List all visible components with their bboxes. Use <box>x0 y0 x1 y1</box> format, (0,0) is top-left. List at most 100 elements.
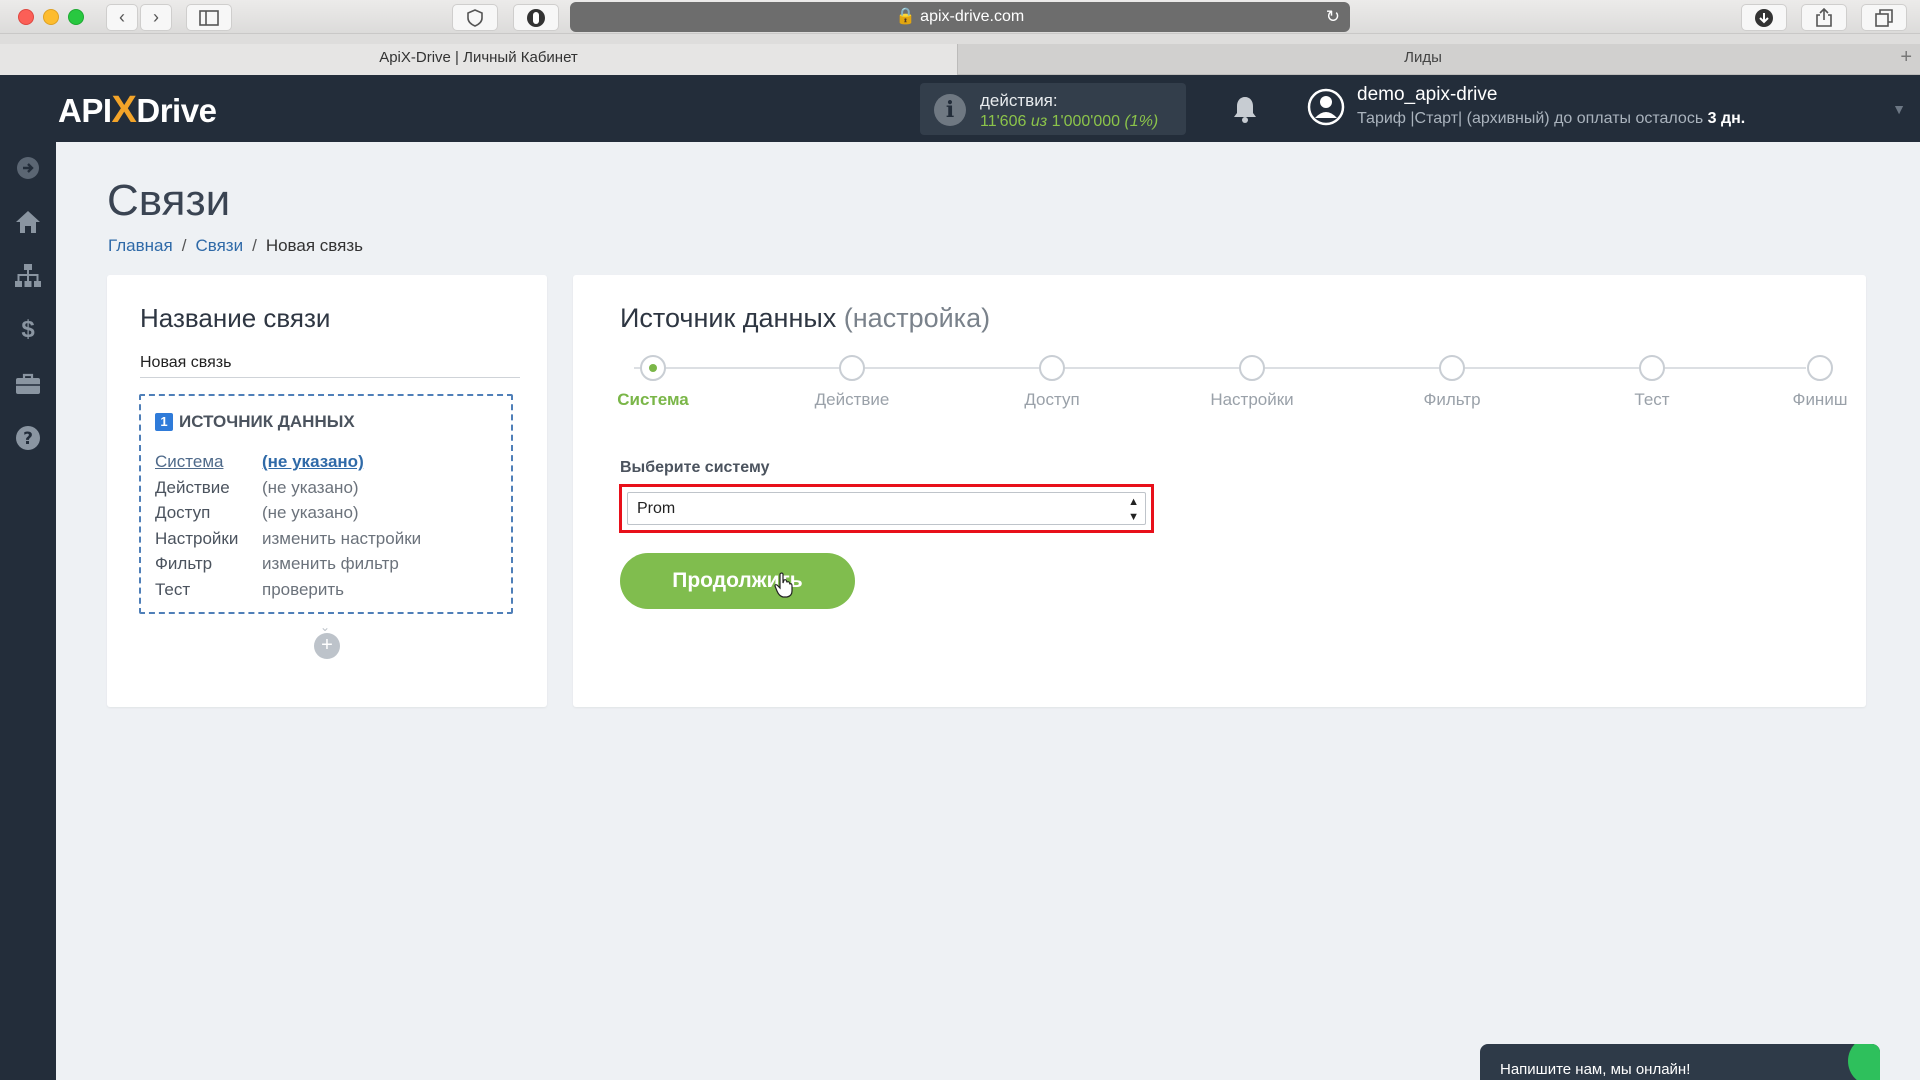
forward-button[interactable]: › <box>140 4 172 31</box>
data-source-settings-title: Источник данных (настройка) <box>620 303 990 334</box>
sign-in-icon[interactable] <box>14 154 42 182</box>
connection-name-input[interactable] <box>140 349 520 378</box>
step-dot <box>839 355 865 381</box>
continue-button[interactable]: Продолжить <box>620 553 855 609</box>
plan-info: Тариф |Старт| (архивный) до оплаты остал… <box>1357 110 1745 128</box>
logo-drive: Drive <box>136 92 217 129</box>
row-value: изменить настройки <box>262 528 422 548</box>
new-tab-icon[interactable]: + <box>1900 44 1912 71</box>
system-select-highlight: Prom ▲ ▼ <box>619 484 1154 533</box>
help-icon[interactable]: ? <box>14 424 42 452</box>
back-button[interactable]: ‹ <box>106 4 138 31</box>
step-label: Настройки <box>1210 390 1294 409</box>
app-header: APIXDrive i действия: 11'606 из 1'000'00… <box>0 75 1920 142</box>
maximize-window-button[interactable] <box>68 9 84 25</box>
step-filter[interactable]: Фильтр <box>1372 355 1532 410</box>
row-key: Действие <box>155 477 230 497</box>
downloads-button[interactable] <box>1741 4 1787 31</box>
logo-api: API <box>58 92 112 129</box>
select-arrows-icon: ▲ ▼ <box>1128 496 1139 523</box>
step-label: Фильтр <box>1423 390 1481 409</box>
step-dot <box>1239 355 1265 381</box>
step-settings[interactable]: Настройки <box>1172 355 1332 410</box>
username[interactable]: demo_apix-drive <box>1357 84 1497 106</box>
chevron-right-icon: › <box>153 7 159 27</box>
breadcrumb-home[interactable]: Главная <box>108 236 173 255</box>
row-key: Фильтр <box>155 554 213 573</box>
briefcase-icon[interactable] <box>14 370 42 398</box>
privacy-shield-button[interactable] <box>452 4 498 31</box>
step-action[interactable]: Действие <box>772 355 932 410</box>
data-source-summary: 1 ИСТОЧНИК ДАННЫХ Система (не указано) Дей… <box>139 394 513 614</box>
breadcrumb: Главная / Связи / Новая связь <box>108 236 363 256</box>
row-key: Доступ <box>155 503 211 522</box>
tabs-icon <box>1875 9 1893 27</box>
progress-stepper: Система Действие Доступ Настройки Фильтр… <box>617 355 1847 425</box>
reload-icon[interactable]: ↻ <box>1326 2 1340 32</box>
data-source-settings-card: Источник данных (настройка) Система Дейс… <box>573 275 1866 707</box>
actions-count: 11'606 из 1'000'000 (1%) <box>980 113 1158 131</box>
dollar-icon[interactable]: $ <box>14 316 42 344</box>
download-icon <box>1755 9 1773 27</box>
hand-cursor-icon <box>774 572 793 598</box>
user-avatar-icon[interactable] <box>1307 88 1345 126</box>
home-icon[interactable] <box>14 208 42 236</box>
page-title: Связи <box>107 176 231 225</box>
tab-leads[interactable]: Лиды <box>958 44 1888 75</box>
step-system[interactable]: Система <box>573 355 733 410</box>
row-value: проверить <box>262 579 345 599</box>
step-dot <box>1439 355 1465 381</box>
lock-icon: 🔒 <box>895 8 916 25</box>
sidebar-toggle-button[interactable] <box>186 4 232 31</box>
tab-apix-drive[interactable]: ApiX-Drive | Личный Кабинет <box>0 44 958 75</box>
settings-title-sub: (настройка) <box>843 303 991 333</box>
source-number-badge: 1 <box>155 413 173 431</box>
tab-overview-button[interactable] <box>1861 4 1907 31</box>
bell-icon[interactable] <box>1232 95 1258 123</box>
breadcrumb-connections[interactable]: Связи <box>195 236 243 255</box>
step-label: Действие <box>814 390 890 409</box>
row-value[interactable]: (не указано) <box>262 452 364 471</box>
plan-days: 3 дн. <box>1707 110 1746 127</box>
actions-counter[interactable]: i действия: 11'606 из 1'000'000 (1%) <box>920 83 1186 135</box>
address-bar[interactable]: 🔒 apix-drive.com ↻ <box>570 2 1350 32</box>
chevron-down-icon: ⌄ <box>320 620 331 634</box>
source-row-filter: Фильтр изменить фильтр <box>155 554 421 580</box>
system-select[interactable]: Prom ▲ ▼ <box>627 492 1146 525</box>
shield-icon <box>467 9 483 27</box>
data-source-header: 1 ИСТОЧНИК ДАННЫХ <box>155 412 355 432</box>
share-button[interactable] <box>1801 4 1847 31</box>
chevron-down-icon[interactable]: ▼ <box>1892 101 1906 117</box>
chevron-left-icon: ‹ <box>119 7 125 27</box>
connection-name-title: Название связи <box>140 303 331 333</box>
breadcrumb-separator: / <box>181 236 187 255</box>
connection-name-card: Название связи 1ИСТОЧНИК ДАННЫХ Система(… <box>107 275 547 707</box>
chat-widget[interactable]: Напишите нам, мы онлайн! <box>1480 1044 1880 1080</box>
step-finish[interactable]: Финиш <box>1740 355 1900 410</box>
row-value: (не указано) <box>262 477 359 497</box>
minimize-window-button[interactable] <box>43 9 59 25</box>
row-key[interactable]: Система <box>155 452 262 472</box>
settings-title-main: Источник данных <box>620 303 837 333</box>
actions-label: действия: <box>980 91 1058 110</box>
browser-chrome: ‹ › 🔒 apix-drive.com ↻ ApiX-Drive | Личн… <box>0 0 1920 75</box>
add-block-button[interactable]: + <box>314 633 340 659</box>
actions-percent: (1%) <box>1124 113 1159 130</box>
close-window-button[interactable] <box>18 9 34 25</box>
plan-text: Тариф |Старт| (архивный) до оплаты остал… <box>1357 110 1704 127</box>
chat-status-indicator <box>1848 1044 1880 1080</box>
row-value: изменить фильтр <box>262 554 399 573</box>
source-row-settings: Настройки изменить настройки <box>155 529 421 555</box>
step-test[interactable]: Тест <box>1572 355 1732 410</box>
sitemap-icon[interactable] <box>14 262 42 290</box>
apix-drive-logo[interactable]: APIXDrive <box>58 89 217 132</box>
chat-label: Напишите нам, мы онлайн! <box>1500 1061 1691 1078</box>
step-label: Система <box>617 390 689 409</box>
extension-button[interactable] <box>513 4 559 31</box>
step-access[interactable]: Доступ <box>972 355 1132 410</box>
row-key: Настройки <box>155 528 239 548</box>
svg-text:?: ? <box>23 429 33 449</box>
source-row-system: Система (не указано) <box>155 452 421 478</box>
extension-icon <box>527 9 545 27</box>
sidebar: $ ? <box>0 142 56 1080</box>
